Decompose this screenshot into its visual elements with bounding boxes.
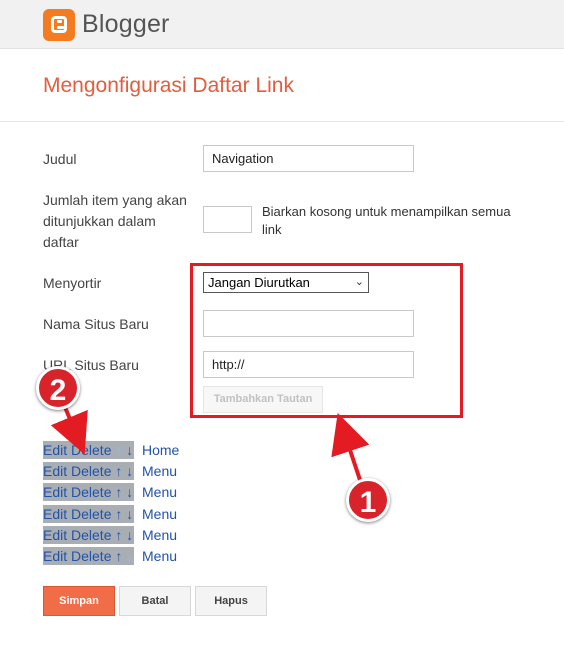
arrow-1 [331, 413, 370, 487]
annotation-marker-1: 1 [346, 478, 390, 522]
delete-button[interactable]: Hapus [195, 586, 267, 616]
cancel-button[interactable]: Batal [119, 586, 191, 616]
save-button[interactable]: Simpan [43, 586, 115, 616]
annotation-arrows [50, 399, 370, 487]
annotation-marker-2: 2 [36, 366, 80, 410]
